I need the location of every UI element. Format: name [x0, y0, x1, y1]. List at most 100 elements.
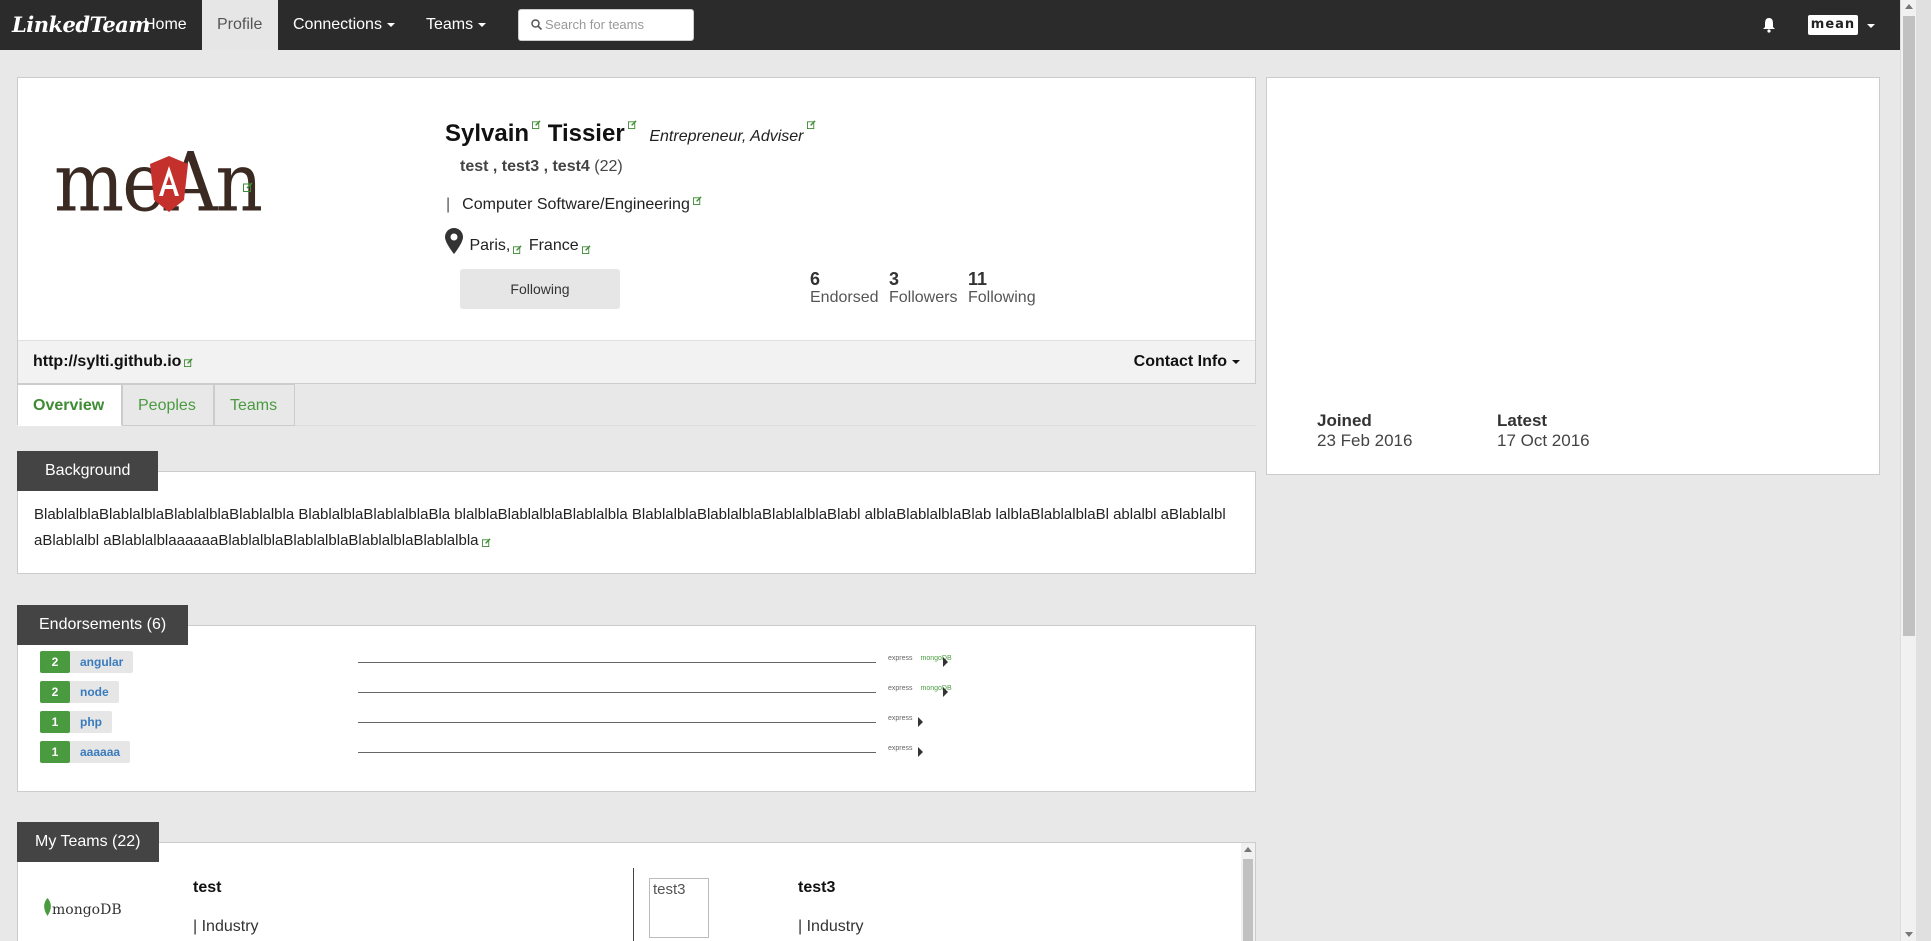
- edit-icon[interactable]: [806, 120, 816, 129]
- endorser-thumbnails: express: [888, 715, 921, 722]
- edit-icon[interactable]: [513, 245, 522, 254]
- stat-label: Followers: [889, 289, 958, 306]
- edit-icon[interactable]: [627, 120, 637, 129]
- edit-icon[interactable]: [184, 358, 193, 367]
- background-panel: BlablalblaBlablalblaBlablalblaBlablalbla…: [17, 471, 1256, 574]
- endorsement-skill[interactable]: angular: [70, 651, 134, 673]
- endorsement-skill[interactable]: php: [70, 711, 112, 733]
- search-input[interactable]: Search for teams: [518, 9, 694, 41]
- nav-connections-label: Connections: [293, 16, 382, 33]
- industry-value: Computer Software/Engineering: [462, 196, 690, 213]
- endorsement-count: 1: [40, 711, 70, 733]
- latest-value: 17 Oct 2016: [1497, 431, 1590, 450]
- my-teams-panel: mongoDB test | Industry test3 test3 | In…: [17, 842, 1256, 941]
- profile-industry: | Computer Software/Engineering: [446, 196, 702, 214]
- caret-right-icon[interactable]: [943, 687, 948, 697]
- nav-teams-label: Teams: [426, 16, 474, 33]
- mongodb-leaf-icon: [44, 898, 51, 916]
- caret-right-icon[interactable]: [918, 717, 923, 727]
- stat-number: 11: [968, 269, 988, 289]
- endorser-thumbnails: express mongoDB: [888, 655, 960, 662]
- contact-info-dropdown[interactable]: Contact Info: [1134, 353, 1240, 371]
- endorser-thumb[interactable]: express: [888, 745, 913, 752]
- first-name: Sylvain: [445, 120, 530, 147]
- background-title: Background: [17, 451, 159, 491]
- joined-value: 23 Feb 2016: [1317, 431, 1413, 450]
- country: France: [528, 237, 579, 254]
- endorsement-count: 1: [40, 741, 70, 763]
- nav-teams[interactable]: Teams: [411, 0, 501, 50]
- tab-peoples[interactable]: Peoples: [122, 384, 214, 426]
- map-marker-icon: [445, 228, 463, 254]
- profile-location: Paris, France: [445, 228, 593, 255]
- endorsement-count: 2: [40, 651, 70, 673]
- nav-home[interactable]: Home: [129, 0, 202, 50]
- last-name: Tissier: [547, 120, 625, 147]
- scroll-down-arrow[interactable]: [1905, 932, 1913, 937]
- stat-following[interactable]: 11 Following: [968, 269, 1036, 307]
- city: Paris,: [469, 237, 511, 254]
- edit-icon[interactable]: [481, 538, 491, 547]
- tab-overview[interactable]: Overview: [17, 384, 122, 426]
- search-icon: [531, 19, 542, 30]
- joined-stat: Joined 23 Feb 2016: [1317, 411, 1412, 451]
- nav-connections[interactable]: Connections: [278, 0, 410, 50]
- following-button[interactable]: Following: [460, 269, 620, 309]
- team-name[interactable]: test3: [798, 879, 835, 897]
- endorser-thumb[interactable]: express: [888, 655, 913, 662]
- teams-scrollbar[interactable]: [1241, 843, 1255, 941]
- caret-right-icon[interactable]: [943, 657, 948, 667]
- endorser-thumbnails: express mongoDB: [888, 685, 960, 692]
- endorser-thumb[interactable]: express: [888, 715, 913, 722]
- profile-tabs: Overview Peoples Teams: [17, 384, 1256, 426]
- scrollbar-thumb[interactable]: [1903, 16, 1915, 636]
- scroll-up-arrow[interactable]: [1244, 847, 1252, 852]
- scrollbar-thumb[interactable]: [1243, 859, 1253, 941]
- scroll-up-arrow[interactable]: [1905, 4, 1913, 9]
- team-industry: | Industry: [193, 918, 259, 935]
- top-navbar: LinkedTeam Home Profile Connections Team…: [0, 0, 1900, 50]
- endorsement-skill[interactable]: aaaaaa: [70, 741, 131, 763]
- my-teams-title: My Teams (22): [17, 822, 159, 862]
- team-logo[interactable]: mongoDB: [43, 898, 122, 918]
- edit-icon[interactable]: [581, 245, 591, 254]
- angular-shield-icon: [150, 156, 188, 212]
- edit-icon[interactable]: [692, 196, 702, 205]
- background-body: BlablalblaBlablalblaBlablalblaBlablalbla…: [34, 506, 1226, 549]
- bell-icon[interactable]: [1762, 17, 1776, 38]
- edit-icon[interactable]: [243, 182, 253, 192]
- nav-profile[interactable]: Profile: [202, 0, 278, 50]
- chevron-down-icon: [1232, 359, 1240, 364]
- team-name[interactable]: test: [193, 879, 221, 897]
- url-bar: http://sylti.github.io Contact Info: [18, 340, 1255, 383]
- search-placeholder: Search for teams: [545, 17, 644, 32]
- background-text: BlablalblaBlablalblaBlablalblaBlablalbla…: [34, 502, 1244, 554]
- team-logo-broken-image[interactable]: test3: [649, 878, 709, 938]
- team-divider: [633, 868, 634, 941]
- chevron-down-icon[interactable]: [1867, 24, 1875, 28]
- website-link[interactable]: http://sylti.github.io: [33, 353, 181, 370]
- profile-teams-count: (22): [594, 158, 623, 175]
- side-card: Joined 23 Feb 2016 Latest 17 Oct 2016: [1266, 77, 1880, 475]
- team-logo-text: mongoDB: [52, 902, 122, 918]
- stat-endorsed[interactable]: 6 Endorsed: [810, 269, 879, 307]
- page-scrollbar[interactable]: [1900, 0, 1916, 941]
- edit-icon[interactable]: [532, 120, 541, 129]
- profile-teams-list[interactable]: test , test3 , test4: [460, 158, 590, 175]
- caret-right-icon[interactable]: [918, 747, 923, 757]
- endorser-thumb[interactable]: express: [888, 685, 913, 692]
- profile-name: Sylvain Tissier Entrepreneur, Adviser: [445, 120, 816, 148]
- profile-card: meAn Sylvain Tissier Entrepreneur, Advis…: [17, 77, 1256, 384]
- stat-label: Endorsed: [810, 289, 879, 306]
- endorsement-count: 2: [40, 681, 70, 703]
- endorsements-panel: 2 angular express mongoDB 2 node express m…: [17, 625, 1256, 792]
- tab-teams[interactable]: Teams: [214, 384, 295, 426]
- endorsement-skill[interactable]: node: [70, 681, 119, 703]
- user-avatar[interactable]: mean: [1808, 15, 1858, 35]
- latest-stat: Latest 17 Oct 2016: [1497, 411, 1590, 451]
- profile-teams: test , test3 , test4 (22): [460, 158, 623, 176]
- side-strip: [1916, 0, 1931, 941]
- stat-followers[interactable]: 3 Followers: [889, 269, 957, 307]
- endorsement-divider: [358, 722, 876, 723]
- headline: Entrepreneur, Adviser: [649, 128, 804, 145]
